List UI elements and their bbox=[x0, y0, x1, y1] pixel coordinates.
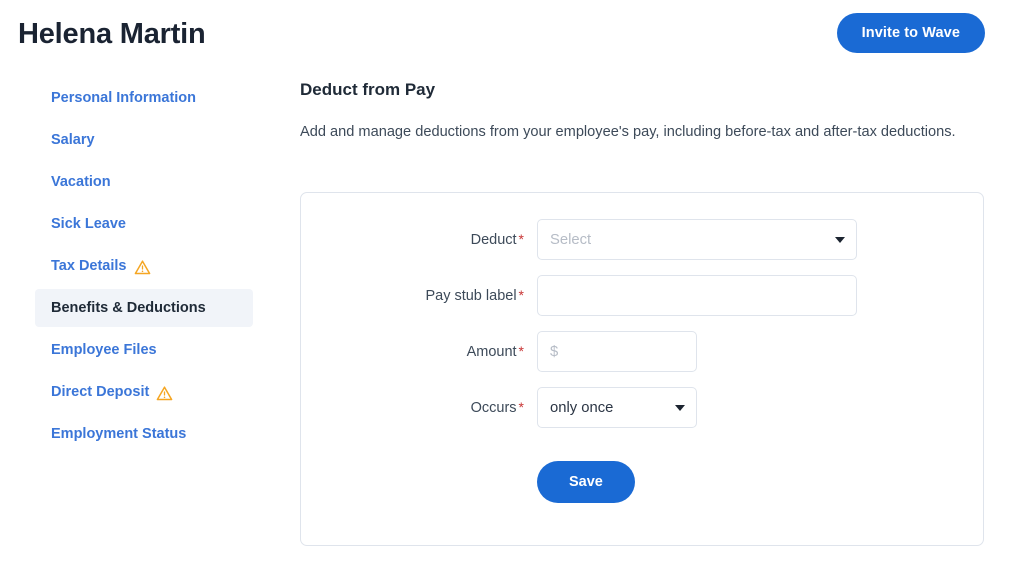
deduction-form-card: Deduct * Select Pay stub label * Amount … bbox=[300, 192, 984, 546]
sidebar-item-label: Employee Files bbox=[51, 341, 157, 358]
occurs-select-value: only once bbox=[550, 399, 614, 416]
sidebar-item-label: Employment Status bbox=[51, 425, 187, 442]
pay-stub-label-input[interactable] bbox=[537, 275, 857, 316]
amount-input[interactable]: $ bbox=[537, 331, 697, 372]
warning-icon bbox=[156, 385, 173, 402]
invite-to-wave-button[interactable]: Invite to Wave bbox=[836, 13, 985, 53]
sidebar-nav: Personal Information Salary Vacation Sic… bbox=[35, 84, 253, 462]
sidebar-item-employee-files[interactable]: Employee Files bbox=[35, 336, 253, 364]
sidebar-item-label: Tax Details bbox=[51, 257, 127, 274]
sidebar-item-label: Sick Leave bbox=[51, 215, 126, 232]
form-actions: Save bbox=[301, 461, 983, 503]
sidebar-item-vacation[interactable]: Vacation bbox=[35, 168, 253, 196]
section-title: Deduct from Pay bbox=[300, 80, 436, 99]
main-content-header: Deduct from Pay Add and manage deduction… bbox=[300, 78, 990, 146]
page-header: Helena Martin Invite to Wave bbox=[0, 0, 1024, 68]
sidebar-item-label: Personal Information bbox=[51, 89, 197, 106]
deduct-label: Deduct * bbox=[301, 229, 537, 250]
form-row-occurs: Occurs * only once bbox=[301, 387, 983, 428]
occurs-label: Occurs * bbox=[301, 397, 537, 418]
occurs-select[interactable]: only once bbox=[537, 387, 697, 428]
pay-stub-label-text: Pay stub label bbox=[425, 288, 517, 304]
deduct-select-value: Select bbox=[550, 231, 592, 248]
sidebar-item-label: Vacation bbox=[51, 173, 111, 190]
sidebar-item-direct-deposit[interactable]: Direct Deposit bbox=[35, 378, 253, 406]
sidebar-item-personal-information[interactable]: Personal Information bbox=[35, 84, 253, 112]
amount-label-text: Amount bbox=[466, 344, 517, 360]
section-description: Add and manage deductions from your empl… bbox=[300, 124, 956, 140]
form-row-deduct: Deduct * Select bbox=[301, 219, 983, 260]
required-asterisk: * bbox=[518, 231, 524, 247]
form-row-amount: Amount * $ bbox=[301, 331, 983, 372]
amount-placeholder: $ bbox=[550, 343, 559, 360]
occurs-label-text: Occurs bbox=[470, 400, 517, 416]
sidebar-item-label: Benefits & Deductions bbox=[51, 299, 206, 316]
pay-stub-label-control bbox=[537, 275, 857, 316]
required-asterisk: * bbox=[518, 399, 524, 415]
page-title: Helena Martin bbox=[18, 18, 206, 50]
save-button[interactable]: Save bbox=[537, 461, 635, 503]
warning-icon bbox=[134, 259, 151, 276]
save-spacer bbox=[301, 461, 537, 503]
amount-label: Amount * bbox=[301, 341, 537, 362]
occurs-control: only once bbox=[537, 387, 697, 428]
form-row-pay-stub-label: Pay stub label * bbox=[301, 275, 983, 316]
sidebar-item-tax-details[interactable]: Tax Details bbox=[35, 252, 253, 280]
deduction-form: Deduct * Select Pay stub label * Amount … bbox=[301, 219, 983, 503]
deduct-select[interactable]: Select bbox=[537, 219, 857, 260]
sidebar-item-benefits-deductions[interactable]: Benefits & Deductions bbox=[35, 289, 253, 327]
required-asterisk: * bbox=[518, 343, 524, 359]
sidebar-item-label: Direct Deposit bbox=[51, 383, 150, 400]
sidebar-item-label: Salary bbox=[51, 131, 95, 148]
required-asterisk: * bbox=[518, 287, 524, 303]
deduct-label-text: Deduct bbox=[470, 232, 517, 248]
sidebar-item-employment-status[interactable]: Employment Status bbox=[35, 420, 253, 448]
pay-stub-label-label: Pay stub label * bbox=[301, 285, 537, 306]
amount-control: $ bbox=[537, 331, 697, 372]
deduct-control: Select bbox=[537, 219, 857, 260]
sidebar-item-sick-leave[interactable]: Sick Leave bbox=[35, 210, 253, 238]
sidebar-item-salary[interactable]: Salary bbox=[35, 126, 253, 154]
